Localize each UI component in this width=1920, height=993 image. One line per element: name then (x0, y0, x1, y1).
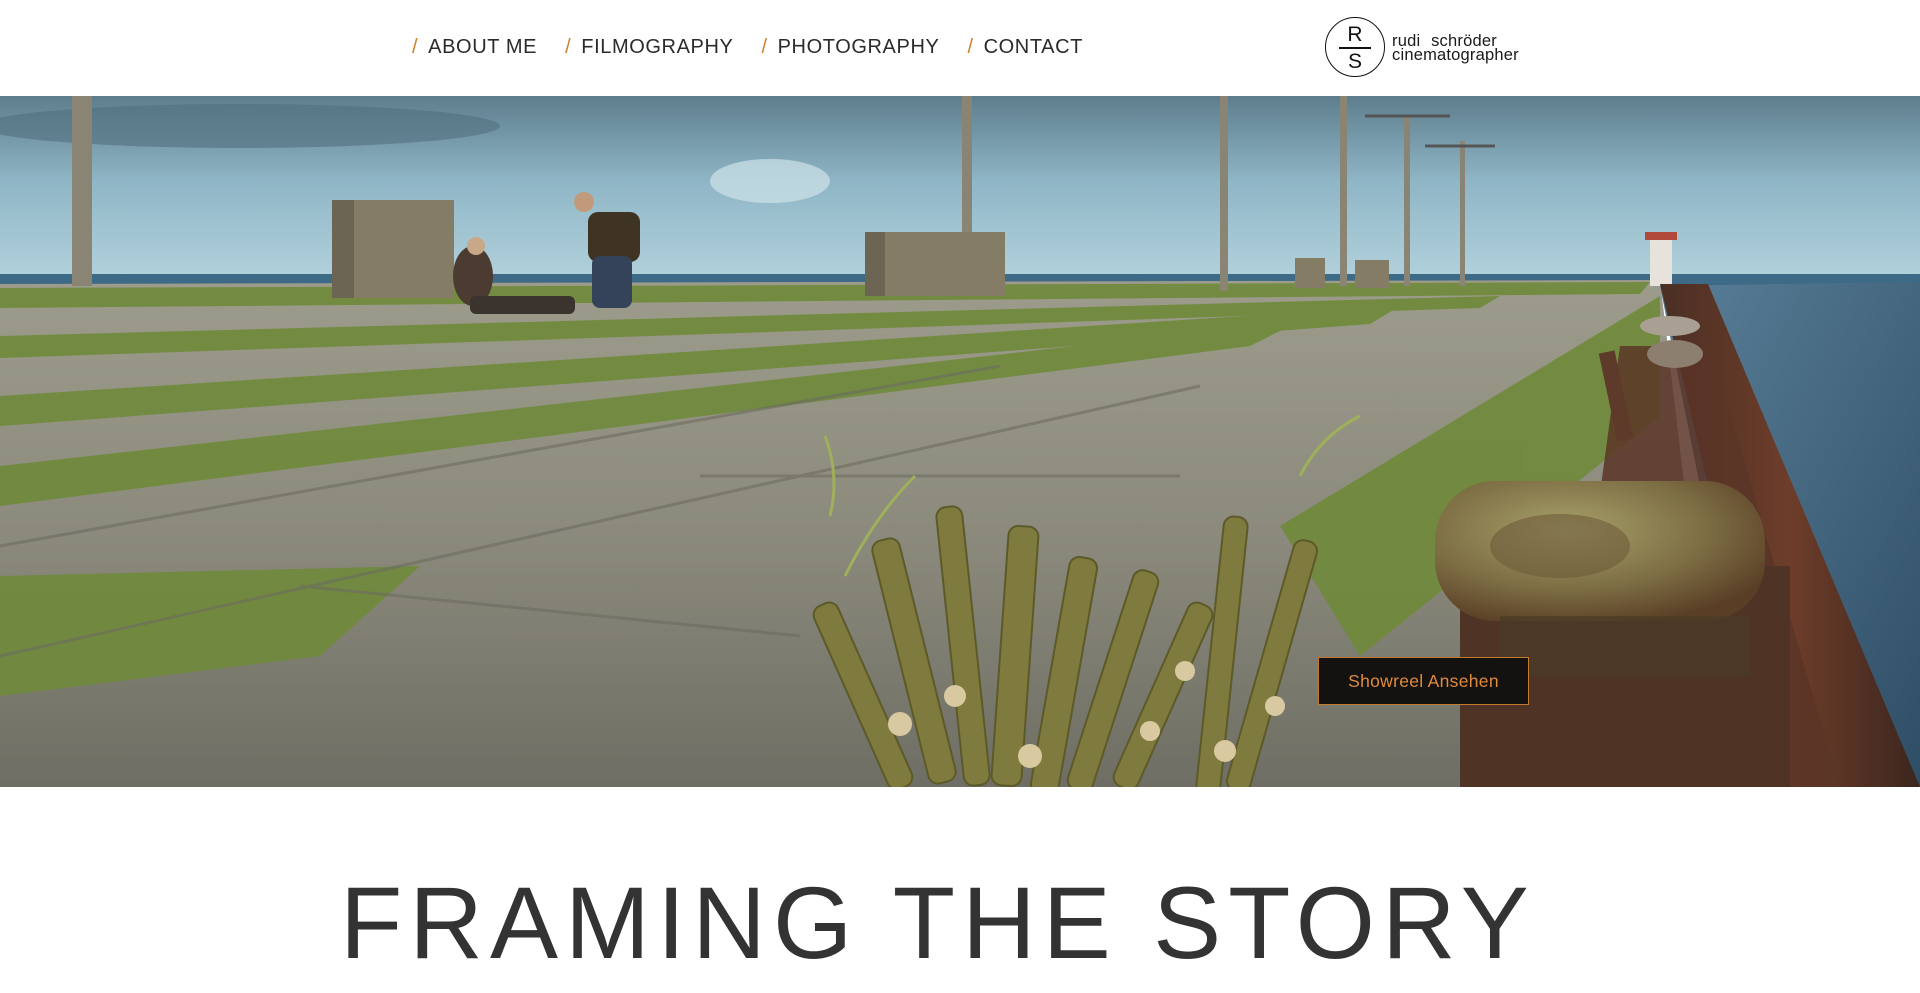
nav-label: FILMOGRAPHY (581, 36, 734, 58)
nav-separator: / (967, 36, 974, 58)
site-header: / ABOUT ME / FILMOGRAPHY / PHOTOGRAPHY /… (0, 0, 1920, 96)
page-headline: FRAMING THE STORY (340, 866, 1536, 980)
nav-item-about-me[interactable]: / ABOUT ME (412, 36, 537, 59)
logo-monogram: R S (1325, 17, 1385, 77)
site-logo[interactable]: R S rudi schröder cinematographer (1325, 17, 1519, 77)
logo-title: cinematographer (1392, 45, 1519, 64)
main-nav: / ABOUT ME / FILMOGRAPHY / PHOTOGRAPHY /… (412, 36, 1111, 59)
nav-separator: / (412, 36, 419, 58)
hero-pier-photo (0, 96, 1920, 787)
nav-label: ABOUT ME (428, 36, 538, 58)
hero-image: Showreel Ansehen (0, 96, 1920, 787)
nav-label: CONTACT (983, 36, 1083, 58)
monogram-divider (1339, 47, 1371, 49)
nav-separator: / (761, 36, 768, 58)
nav-item-filmography[interactable]: / FILMOGRAPHY (565, 36, 733, 59)
showreel-button[interactable]: Showreel Ansehen (1318, 657, 1529, 705)
monogram-r: R (1347, 23, 1363, 46)
nav-label: PHOTOGRAPHY (777, 36, 940, 58)
nav-separator: / (565, 36, 572, 58)
logo-wordmark: rudi schröder cinematographer (1392, 32, 1519, 64)
nav-item-contact[interactable]: / CONTACT (967, 36, 1083, 59)
monogram-s: S (1347, 50, 1362, 73)
nav-item-photography[interactable]: / PHOTOGRAPHY (761, 36, 939, 59)
